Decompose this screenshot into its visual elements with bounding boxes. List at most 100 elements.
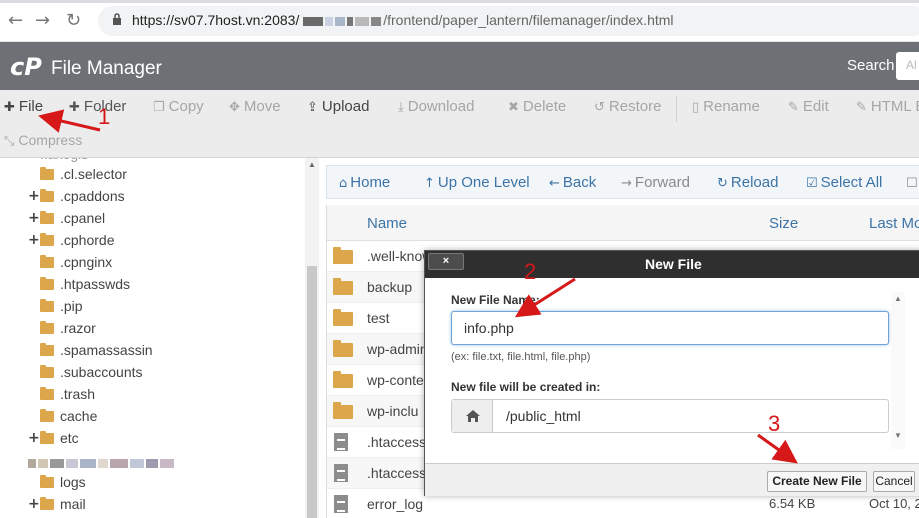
tree-item[interactable]: logs xyxy=(40,474,86,496)
edit-button[interactable]: ✎ Edit xyxy=(788,98,829,115)
file-size: 6.54 KB xyxy=(769,496,816,511)
col-size-header[interactable]: Size xyxy=(769,215,798,232)
tree-item[interactable]: .trash xyxy=(40,386,95,408)
redacted-tree-item xyxy=(28,454,176,476)
tree-item[interactable]: .razor xyxy=(40,320,96,342)
expand-icon[interactable]: + xyxy=(28,210,40,226)
forward-button[interactable]: → Forward xyxy=(621,174,690,191)
search-label: Search xyxy=(847,57,895,74)
tree-item[interactable]: .htpasswds xyxy=(40,276,130,298)
back-label: Back xyxy=(562,174,597,191)
unselect-all-button[interactable]: ☐ xyxy=(906,174,919,191)
expand-icon[interactable]: + xyxy=(28,232,40,248)
file-name: error_log xyxy=(367,496,424,512)
col-modified-header[interactable]: Last Mo xyxy=(869,215,919,232)
tree-item[interactable]: .pip xyxy=(40,298,83,320)
compress-button[interactable]: ⤡ Compress xyxy=(4,132,82,149)
expand-icon[interactable]: + xyxy=(28,496,40,512)
rename-label: Rename xyxy=(703,98,760,115)
create-new-file-button[interactable]: Create New File xyxy=(767,471,867,492)
restore-label: Restore xyxy=(608,98,662,115)
new-file-button[interactable]: ✚ File xyxy=(4,98,43,115)
folder-icon xyxy=(40,167,54,180)
tree-scrollbar[interactable]: ▲ xyxy=(305,158,319,518)
download-button[interactable]: ⤓ Download xyxy=(398,98,474,115)
redacted-block xyxy=(50,458,64,468)
home-icon: ⌂ xyxy=(339,176,348,191)
copy-button[interactable]: ❐ Copy xyxy=(153,98,204,115)
scroll-up-icon[interactable]: ▲ xyxy=(308,160,316,169)
folder-icon xyxy=(333,278,353,295)
reload-button[interactable]: ↻ Reload xyxy=(717,174,778,191)
redacted-block xyxy=(371,16,382,26)
reload-icon[interactable]: ↻ xyxy=(66,10,81,31)
tree-item[interactable]: .spamassassin xyxy=(40,342,153,364)
tree-item-label: .cl.selector xyxy=(60,166,127,182)
close-button[interactable]: × xyxy=(428,253,464,270)
cancel-button[interactable]: Cancel xyxy=(873,471,915,492)
file-nav-bar: ⌂ Home ↑ Up One Level ← Back → Forward ↻ Relo… xyxy=(326,165,919,199)
move-button[interactable]: ✥ Move xyxy=(229,98,281,115)
tree-item[interactable]: + .cpaddons xyxy=(28,188,125,210)
back-button[interactable]: ← Back xyxy=(549,174,596,191)
redacted-block xyxy=(355,16,370,26)
folder-icon xyxy=(40,233,54,246)
tree-item[interactable]: + .cphorde xyxy=(28,232,115,254)
html-editor-button[interactable]: ✎HTML E xyxy=(856,98,919,115)
upload-icon: ⇪ xyxy=(307,100,318,115)
reload-label: Reload xyxy=(730,174,779,191)
rename-button[interactable]: ▯ Rename xyxy=(692,98,760,115)
tree-item[interactable]: .subaccounts xyxy=(40,364,143,386)
scroll-down-icon[interactable]: ▼ xyxy=(894,431,902,440)
file-name: wp-conte xyxy=(367,372,424,388)
tree-item[interactable]: cache xyxy=(40,408,97,430)
redacted-block xyxy=(303,16,324,26)
tree-item[interactable]: .cpnginx xyxy=(40,254,112,276)
tree-item[interactable]: .cl.selector xyxy=(40,166,127,188)
up-one-level-button[interactable]: ↑ Up One Level xyxy=(424,174,530,191)
dialog-title: New File xyxy=(645,256,702,272)
scrollbar-thumb[interactable] xyxy=(307,266,317,518)
move-icon: ✥ xyxy=(229,100,240,115)
expand-icon[interactable]: + xyxy=(28,188,40,204)
dialog-scrollbar[interactable]: ▲ ▼ xyxy=(891,292,905,449)
redacted-block xyxy=(347,16,354,26)
redacted-block xyxy=(28,458,36,468)
cpanel-header: cP File Manager Search Al xyxy=(0,42,919,90)
arrow-right-icon[interactable]: → xyxy=(35,10,50,31)
tree-item[interactable]: + .cpanel xyxy=(28,210,105,232)
expand-icon[interactable]: + xyxy=(28,430,40,446)
location-path: /public_html xyxy=(506,408,581,424)
select-all-button[interactable]: ☑ Select All xyxy=(806,174,882,191)
tree-item-label: .spamassassin xyxy=(60,342,153,358)
file-name: .htaccess xyxy=(367,434,427,450)
home-button[interactable]: ⌂ Home xyxy=(339,174,390,191)
annotation-step-2: 2 xyxy=(524,259,537,284)
delete-button[interactable]: ✖ Delete xyxy=(508,98,566,115)
restore-button[interactable]: ↺ Restore xyxy=(594,98,661,115)
search-input[interactable]: Al xyxy=(896,52,919,80)
url-suffix: /frontend/paper_lantern/filemanager/inde… xyxy=(383,12,674,28)
location-field[interactable]: /public_html xyxy=(451,399,889,433)
redacted-block xyxy=(98,458,108,468)
tree-item-label: etc xyxy=(60,430,79,446)
file-name-input[interactable]: info.php xyxy=(451,311,889,345)
tree-item-label: .trash xyxy=(60,386,96,402)
arrow-left-icon[interactable]: ← xyxy=(8,10,23,31)
file-icon xyxy=(334,495,348,513)
tree-item[interactable]: + mail xyxy=(28,496,86,518)
tree-item-label: .cphorde xyxy=(60,232,115,248)
compress-icon: ⤡ xyxy=(4,134,15,149)
file-name: wp-inclu xyxy=(367,403,419,419)
col-name-header[interactable]: Name xyxy=(367,215,407,232)
upload-button[interactable]: ⇪ Upload xyxy=(307,98,369,115)
scroll-up-icon[interactable]: ▲ xyxy=(894,294,902,303)
tree-item-label: .subaccounts xyxy=(60,364,143,380)
tree-item[interactable]: + etc xyxy=(28,430,79,452)
redacted-block xyxy=(146,458,158,468)
redacted-block xyxy=(160,458,174,468)
cpanel-logo[interactable]: cP xyxy=(10,53,42,81)
dialog-body: New File Name: info.php (ex: file.txt, f… xyxy=(425,278,919,464)
home-label: Home xyxy=(350,174,391,191)
dialog-footer: Create New File Cancel xyxy=(425,463,919,496)
